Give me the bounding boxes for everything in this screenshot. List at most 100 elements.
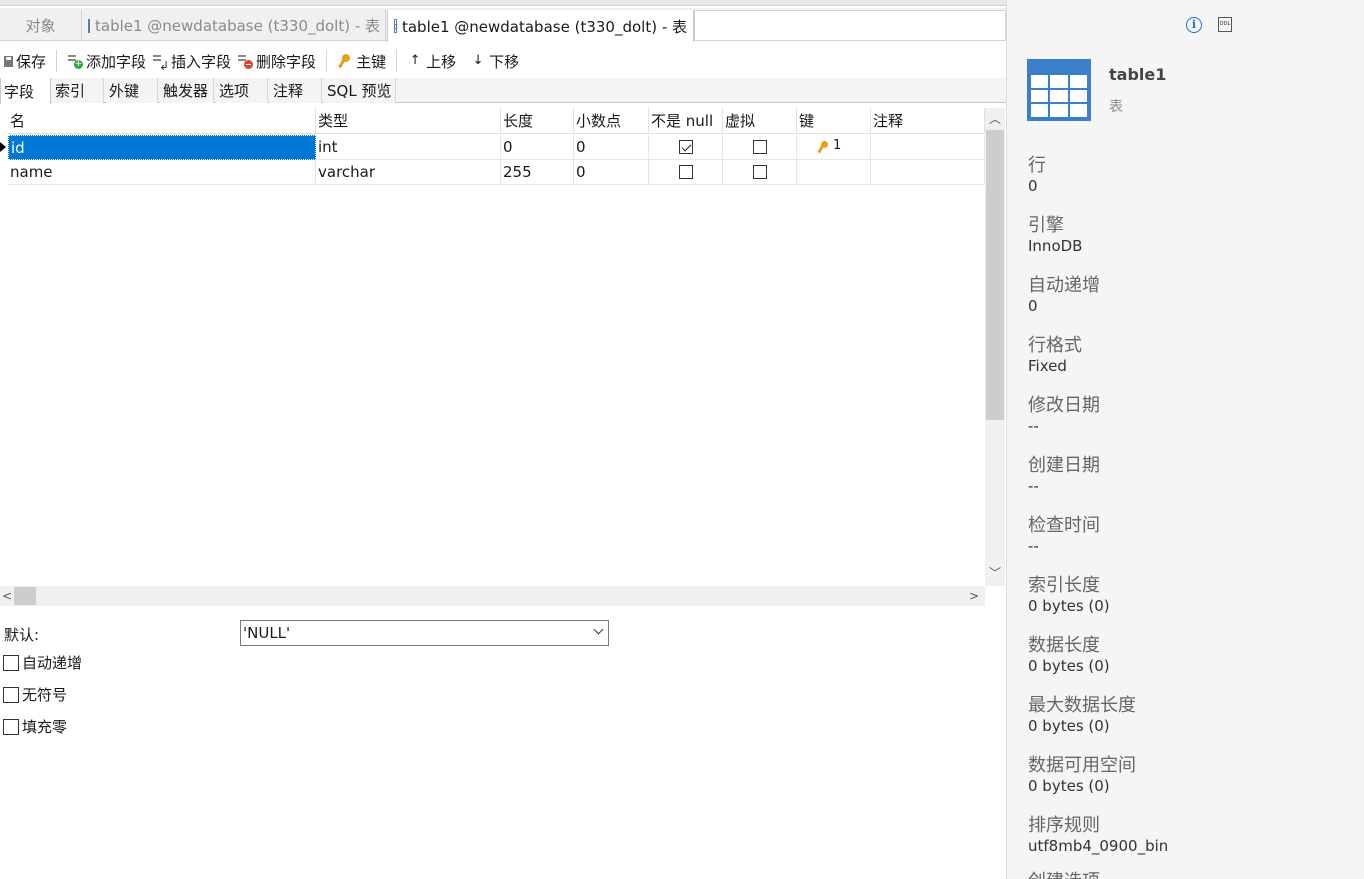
- cell-field-decimals[interactable]: 0: [574, 135, 649, 160]
- tab-table1-inactive[interactable]: table1 @newdatabase (t330_dolt) - 表: [82, 10, 386, 41]
- column-header-virtual[interactable]: 虚拟: [723, 108, 797, 134]
- add-field-button[interactable]: + 添加字段: [64, 46, 149, 76]
- cell-field-length[interactable]: 0: [501, 135, 574, 160]
- scroll-down-icon[interactable]: ﹀: [989, 566, 1001, 580]
- cell-field-type[interactable]: varchar: [316, 160, 501, 185]
- cell-field-name[interactable]: id: [8, 135, 316, 160]
- tab-sql-preview[interactable]: SQL 预览: [324, 78, 396, 103]
- tab-comments[interactable]: 注释: [270, 78, 322, 103]
- save-icon: [3, 53, 13, 69]
- auto-increment-label: 自动递增: [22, 654, 83, 672]
- move-down-button[interactable]: ↓ 下移: [467, 46, 522, 76]
- cell-key[interactable]: 1: [797, 135, 871, 160]
- cell-virtual[interactable]: [723, 160, 797, 185]
- column-header-key[interactable]: 键: [797, 108, 871, 134]
- horizontal-scrollbar[interactable]: < >: [0, 586, 985, 606]
- scroll-up-icon[interactable]: ︿: [989, 112, 1001, 126]
- cell-not-null[interactable]: [649, 160, 723, 185]
- info-label-data-free: 数据可用空间: [1028, 755, 1136, 776]
- toolbar-separator: [396, 50, 398, 72]
- save-button[interactable]: 保存: [0, 46, 49, 76]
- column-header-length[interactable]: 长度: [501, 108, 574, 134]
- object-type: 表: [1109, 99, 1123, 115]
- cell-field-decimals[interactable]: 0: [574, 160, 649, 185]
- info-label-modified: 修改日期: [1028, 395, 1100, 416]
- add-field-label: 添加字段: [86, 52, 147, 71]
- tab-foreign-keys[interactable]: 外键: [106, 78, 158, 103]
- tab-objects[interactable]: 对象: [0, 10, 82, 41]
- arrow-down-icon: ↓: [472, 53, 484, 68]
- table-icon: [1027, 59, 1091, 121]
- toolbar-separator: [56, 50, 58, 72]
- not-null-checkbox[interactable]: [679, 165, 693, 179]
- vertical-scroll-thumb[interactable]: [986, 130, 1004, 420]
- toolbar: 保存 + 添加字段 ↲ 插入字段 删除字段 主键 ↑ 上移 ↓ 下移: [0, 44, 1006, 78]
- info-value-collation: utf8mb4_0900_bin: [1028, 837, 1169, 855]
- column-header-not-null[interactable]: 不是 null: [649, 108, 723, 134]
- delete-field-button[interactable]: 删除字段: [234, 46, 319, 76]
- vertical-scrollbar[interactable]: ︿ ﹀: [985, 108, 1005, 586]
- add-field-icon: +: [67, 53, 84, 69]
- checkbox-box[interactable]: [3, 654, 19, 671]
- auto-increment-checkbox[interactable]: 自动递增: [3, 652, 82, 673]
- virtual-checkbox[interactable]: [753, 165, 767, 179]
- column-header-comment[interactable]: 注释: [871, 108, 985, 134]
- default-label: 默认:: [4, 626, 40, 644]
- info-value-data-length: 0 bytes (0): [1028, 657, 1110, 675]
- info-value-auto-increment: 0: [1028, 297, 1038, 315]
- cell-virtual[interactable]: [723, 135, 797, 160]
- column-header-name[interactable]: 名: [8, 108, 316, 134]
- insert-field-label: 插入字段: [171, 52, 232, 71]
- insert-field-button[interactable]: ↲ 插入字段: [149, 46, 234, 76]
- info-value-data-free: 0 bytes (0): [1028, 777, 1110, 795]
- scroll-right-icon[interactable]: >: [969, 589, 979, 603]
- not-null-checkbox[interactable]: [679, 140, 693, 154]
- tab-options[interactable]: 选项: [216, 78, 268, 103]
- info-value-modified: --: [1028, 417, 1039, 435]
- tab-indexes[interactable]: 索引: [52, 78, 104, 103]
- cell-field-length[interactable]: 255: [501, 160, 574, 185]
- cell-comment[interactable]: [871, 160, 985, 185]
- cell-key[interactable]: [797, 160, 871, 185]
- horizontal-scroll-thumb[interactable]: [14, 587, 36, 605]
- checkbox-box[interactable]: [3, 718, 19, 735]
- move-up-button[interactable]: ↑ 上移: [404, 46, 459, 76]
- zerofill-label: 填充零: [22, 718, 68, 736]
- table-designer: 对象 table1 @newdatabase (t330_dolt) - 表 t…: [0, 0, 1006, 879]
- cell-comment[interactable]: [871, 135, 985, 160]
- tab-bar: 对象 table1 @newdatabase (t330_dolt) - 表 t…: [0, 8, 1006, 42]
- tab-triggers[interactable]: 触发器: [160, 78, 214, 103]
- info-value-engine: InnoDB: [1028, 237, 1083, 255]
- sub-tab-bar: 字段 索引 外键 触发器 选项 注释 SQL 预览: [0, 78, 1006, 104]
- default-value: 'NULL': [243, 624, 291, 642]
- checkbox-box[interactable]: [3, 686, 19, 703]
- tab-table1-active[interactable]: table1 @newdatabase (t330_dolt) - 表: [387, 10, 694, 42]
- default-value-select[interactable]: 'NULL': [240, 620, 609, 646]
- object-info-panel: i DDL table1 表 行 0 引擎 InnoDB 自动递增 0 行格式 …: [1006, 0, 1364, 879]
- cell-not-null[interactable]: [649, 135, 723, 160]
- column-header-decimals[interactable]: 小数点: [574, 108, 649, 134]
- info-value-rows: 0: [1028, 177, 1038, 195]
- cell-field-type[interactable]: int: [316, 135, 501, 160]
- tab-fields[interactable]: 字段: [0, 78, 51, 104]
- virtual-checkbox[interactable]: [753, 140, 767, 154]
- field-properties: 默认: 'NULL' 自动递增 无符号 填充零: [0, 610, 1006, 879]
- info-label-max-data-length: 最大数据长度: [1028, 695, 1136, 716]
- unsigned-label: 无符号: [22, 686, 68, 704]
- tab-label: 对象: [25, 17, 56, 35]
- primary-key-button[interactable]: 主键: [334, 46, 389, 76]
- primary-key-label: 主键: [356, 52, 387, 71]
- cell-field-name[interactable]: name: [8, 160, 316, 185]
- info-value-check-time: --: [1028, 537, 1039, 555]
- info-icon[interactable]: i: [1186, 17, 1202, 33]
- column-header-type[interactable]: 类型: [316, 108, 501, 134]
- info-label-created: 创建日期: [1028, 455, 1100, 476]
- chevron-down-icon: [593, 624, 604, 635]
- current-row-indicator: [0, 142, 6, 152]
- unsigned-checkbox[interactable]: 无符号: [3, 684, 67, 705]
- ddl-icon[interactable]: DDL: [1218, 17, 1232, 32]
- scroll-left-icon[interactable]: <: [2, 589, 12, 603]
- info-label-row-format: 行格式: [1028, 335, 1082, 356]
- info-label-collation: 排序规则: [1028, 815, 1100, 836]
- zerofill-checkbox[interactable]: 填充零: [3, 716, 67, 737]
